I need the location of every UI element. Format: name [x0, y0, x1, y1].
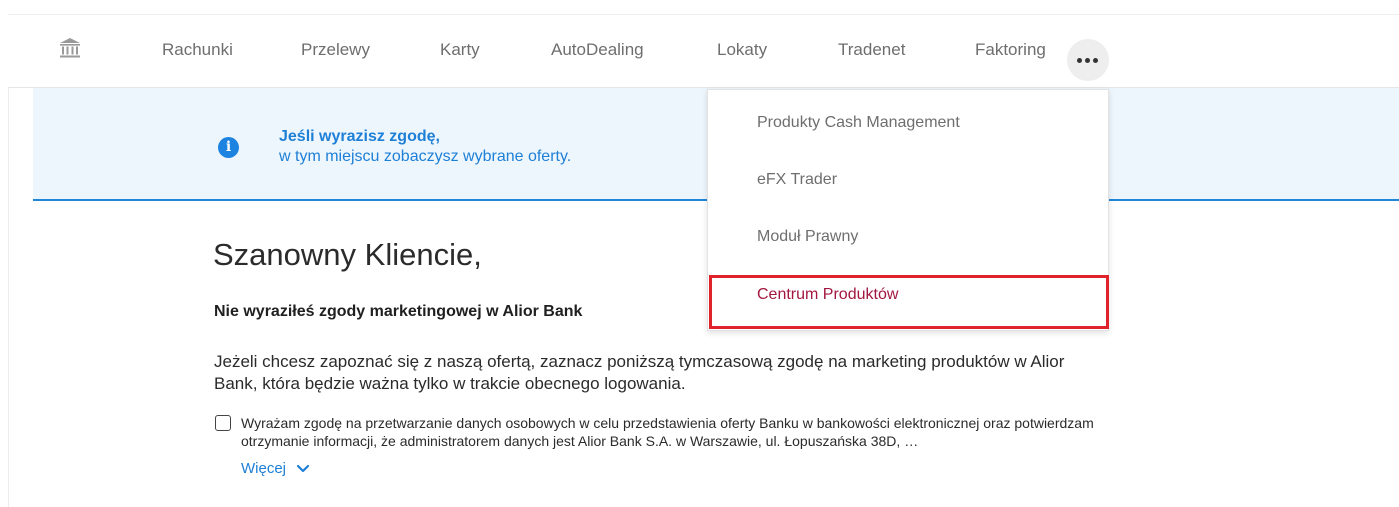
nav-item-rachunki[interactable]: Rachunki — [162, 38, 233, 62]
nav-item-lokaty[interactable]: Lokaty — [717, 38, 767, 62]
chevron-down-icon — [296, 461, 310, 478]
info-icon: i — [218, 137, 239, 158]
menu-item-modul-prawny[interactable]: Moduł Prawny — [757, 228, 858, 246]
page: Rachunki Przelewy Karty AutoDealing Loka… — [0, 0, 1399, 507]
nav-item-tradenet[interactable]: Tradenet — [838, 38, 905, 62]
more-horizontal-icon[interactable] — [1067, 39, 1109, 81]
consent-checkbox[interactable] — [215, 415, 231, 431]
more-dropdown-menu: Produkty Cash Management eFX Trader Modu… — [707, 89, 1109, 331]
banner-title: Jeśli wyrazisz zgodę, — [279, 128, 440, 145]
nav-item-przelewy[interactable]: Przelewy — [301, 38, 370, 62]
more-link[interactable]: Więcej — [241, 460, 310, 478]
nav-item-faktoring[interactable]: Faktoring — [975, 38, 1046, 62]
consent-subheading: Nie wyraziłeś zgody marketingowej w Alio… — [214, 303, 583, 320]
nav-item-autodealing[interactable]: AutoDealing — [551, 38, 644, 62]
consent-text: Wyrażam zgodę na przetwarzanie danych os… — [241, 415, 1094, 449]
consent-description: Jeżeli chcesz zapoznać się z naszą ofert… — [214, 352, 1065, 393]
bank-icon[interactable] — [58, 36, 82, 60]
banner-text: w tym miejscu zobaczysz wybrane oferty. — [279, 148, 572, 165]
page-title: Szanowny Kliencie, — [213, 237, 482, 272]
menu-item-cash-management[interactable]: Produkty Cash Management — [757, 114, 960, 132]
menu-item-centrum-produktow[interactable]: Centrum Produktów — [757, 286, 898, 304]
menu-item-efx-trader[interactable]: eFX Trader — [757, 171, 837, 189]
more-link-label: Więcej — [241, 460, 287, 477]
nav-item-karty[interactable]: Karty — [440, 38, 480, 62]
